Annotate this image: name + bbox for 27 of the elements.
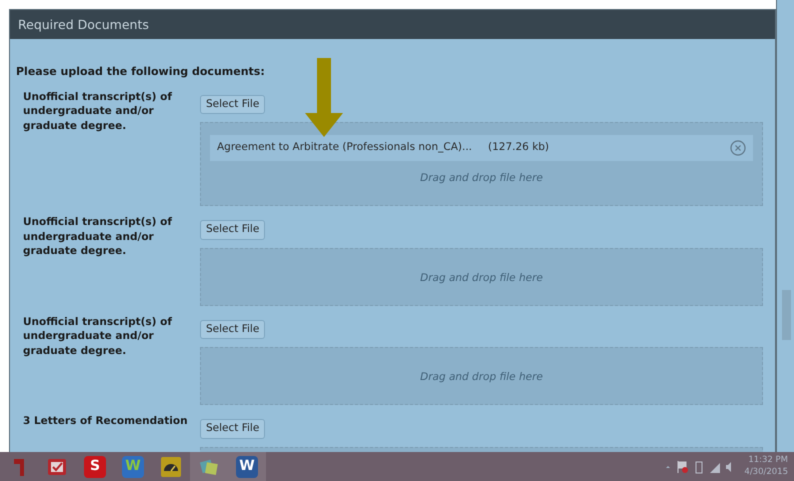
taskbar-button[interactable]: W xyxy=(228,452,266,481)
document-label: Unofficial transcript(s) of undergraduate and/or graduate degree. xyxy=(22,314,173,359)
app-icon[interactable]: W xyxy=(236,456,258,478)
drop-zone[interactable]: Agreement to Arbitrate (Professionals non_CA)... (127.26 kb) Drag and drop file here xyxy=(200,122,763,206)
drop-hint: Drag and drop file here xyxy=(419,270,544,286)
select-file-button[interactable]: Select File xyxy=(200,94,266,114)
file-name: Agreement to Arbitrate (Professionals non_CA)... xyxy=(217,140,472,156)
select-file-button[interactable]: Select File xyxy=(200,419,266,439)
panel-title: Required Documents xyxy=(10,10,775,39)
app-icon[interactable]: S xyxy=(84,456,106,478)
gauge-icon[interactable] xyxy=(160,456,182,478)
file-size: (127.26 kb) xyxy=(488,140,550,156)
clock-time: 11:32 PM xyxy=(747,455,788,466)
close-icon[interactable] xyxy=(730,140,746,156)
document-label: Unofficial transcript(s) of undergraduate and/or graduate degree. xyxy=(22,90,173,134)
taskbar-button[interactable]: S xyxy=(76,452,114,481)
document-label: 3 Letters of Recomendation xyxy=(22,414,189,430)
taskbar-button[interactable] xyxy=(190,452,228,481)
drop-hint: Drag and drop file here xyxy=(419,370,544,386)
scrollbar[interactable] xyxy=(776,0,794,452)
instruction-text: Please upload the following documents: xyxy=(16,64,266,80)
select-file-button[interactable]: Select File xyxy=(200,320,266,340)
document-label: Unofficial transcript(s) of undergraduate and/or graduate degree. xyxy=(22,214,173,260)
scrollbar-thumb[interactable] xyxy=(782,290,791,340)
clock-date: 4/30/2015 xyxy=(744,466,788,478)
drop-hint: Drag and drop file here xyxy=(419,171,544,186)
select-file-button[interactable]: Select File xyxy=(200,220,266,240)
